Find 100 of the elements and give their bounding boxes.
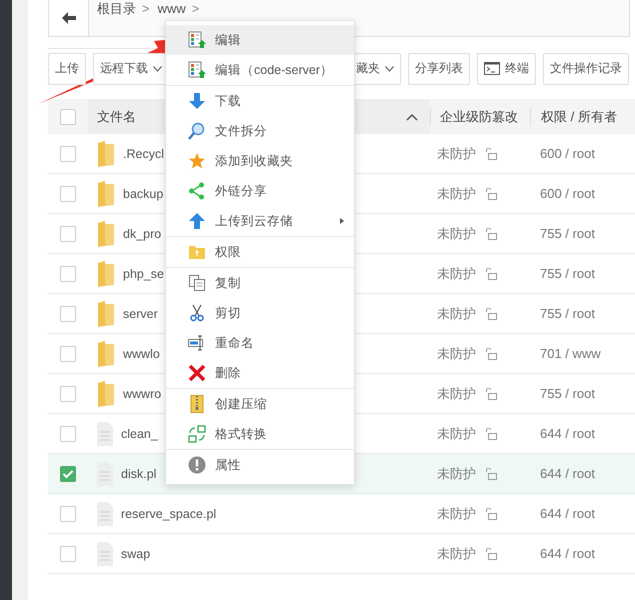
- file-name[interactable]: php_se: [123, 266, 164, 280]
- toolbar-button[interactable]: 上传: [48, 52, 86, 84]
- sort-icon[interactable]: [406, 112, 418, 120]
- menu-item[interactable]: 编辑: [166, 25, 354, 55]
- unlock-icon[interactable]: [485, 188, 497, 200]
- file-icon: [97, 542, 113, 566]
- protection-status: 未防护: [437, 464, 476, 482]
- protection-status: 未防护: [437, 224, 476, 242]
- permission-owner[interactable]: 644 / root: [540, 466, 595, 481]
- menu-item[interactable]: 复制: [166, 268, 354, 298]
- file-name[interactable]: clean_: [121, 426, 158, 440]
- menu-item[interactable]: 上传到云存储: [166, 206, 354, 236]
- file-icon: [97, 462, 113, 486]
- column-header[interactable]: 企业级防篡改: [440, 108, 518, 126]
- row-checkbox[interactable]: [60, 426, 76, 442]
- back-arrow-icon: [62, 12, 76, 24]
- row-checkbox[interactable]: [60, 146, 76, 162]
- file-name[interactable]: disk.pl: [121, 466, 156, 480]
- folder-icon: [97, 380, 115, 406]
- unlock-icon[interactable]: [485, 268, 497, 280]
- row-checkbox[interactable]: [60, 306, 76, 322]
- file-name[interactable]: backup: [123, 186, 164, 200]
- column-header[interactable]: 文件名: [97, 108, 136, 126]
- protection-status: 未防护: [437, 424, 476, 442]
- file-name[interactable]: server: [123, 306, 158, 320]
- menu-item[interactable]: 下载: [166, 86, 354, 116]
- folder-icon: [97, 340, 115, 366]
- menu-item[interactable]: 创建压缩: [166, 389, 354, 419]
- menu-item[interactable]: 文件拆分: [166, 116, 354, 146]
- menu-item[interactable]: 格式转换: [166, 419, 354, 449]
- back-button[interactable]: [49, 0, 89, 36]
- menu-item[interactable]: 重命名: [166, 328, 354, 358]
- file-name[interactable]: wwwro: [123, 386, 162, 400]
- row-checkbox[interactable]: [60, 466, 76, 482]
- download-arrow-icon: [188, 92, 206, 110]
- unlock-icon[interactable]: [485, 308, 497, 320]
- permission-owner[interactable]: 755 / root: [540, 306, 595, 321]
- row-checkbox[interactable]: [60, 386, 76, 402]
- permission-owner[interactable]: 755 / root: [540, 386, 595, 401]
- permission-owner[interactable]: 644 / root: [540, 506, 595, 521]
- row-checkbox[interactable]: [60, 186, 76, 202]
- unlock-icon[interactable]: [485, 148, 497, 160]
- convert-icon: [188, 425, 206, 443]
- toolbar-button[interactable]: 分享列表: [408, 52, 470, 84]
- permission-owner[interactable]: 600 / root: [540, 146, 595, 161]
- unlock-icon[interactable]: [485, 228, 497, 240]
- caret-icon: [385, 66, 394, 72]
- copy-icon: [188, 274, 206, 292]
- file-name[interactable]: dk_pro: [123, 226, 162, 240]
- permission-owner[interactable]: 755 / root: [540, 226, 595, 241]
- edit-document-icon: [188, 61, 206, 79]
- file-name[interactable]: swap: [121, 546, 150, 560]
- permission-owner[interactable]: 644 / root: [540, 546, 595, 561]
- menu-item[interactable]: 权限: [166, 237, 354, 267]
- row-checkbox[interactable]: [60, 546, 76, 562]
- caret-icon: [153, 66, 162, 72]
- file-name[interactable]: .Recycl: [123, 146, 164, 160]
- toolbar-button[interactable]: 文件操作记录: [543, 52, 629, 84]
- menu-item[interactable]: 属性: [166, 450, 354, 480]
- folder-icon: [97, 140, 115, 166]
- breadcrumb-item[interactable]: www: [150, 1, 192, 16]
- menu-item[interactable]: 剪切: [166, 298, 354, 328]
- unlock-icon[interactable]: [485, 468, 497, 480]
- file-icon: [97, 422, 113, 446]
- row-checkbox[interactable]: [60, 266, 76, 282]
- file-name[interactable]: reserve_space.pl: [121, 506, 216, 520]
- permission-owner[interactable]: 701 / www: [540, 346, 601, 361]
- edit-document-icon: [188, 31, 206, 49]
- protection-status: 未防护: [437, 144, 476, 162]
- folder-icon: [97, 180, 115, 206]
- menu-item[interactable]: 删除: [166, 358, 354, 388]
- unlock-icon[interactable]: [485, 548, 497, 560]
- unlock-icon[interactable]: [485, 388, 497, 400]
- permission-owner[interactable]: 600 / root: [540, 186, 595, 201]
- column-header[interactable]: 权限 / 所有者: [541, 108, 617, 124]
- row-checkbox[interactable]: [60, 226, 76, 242]
- menu-item[interactable]: 外链分享: [166, 176, 354, 206]
- permission-owner[interactable]: 644 / root: [540, 426, 595, 441]
- folder-icon: [97, 220, 115, 246]
- menu-item[interactable]: 添加到收藏夹: [166, 146, 354, 176]
- toolbar-button[interactable]: 终端: [477, 52, 536, 84]
- file-icon: [97, 502, 113, 526]
- row-checkbox[interactable]: [60, 506, 76, 522]
- permission-owner[interactable]: 755 / root: [540, 266, 595, 281]
- key-folder-icon: [188, 244, 206, 260]
- breadcrumb-item[interactable]: 根目录: [89, 1, 142, 16]
- select-all-checkbox[interactable]: [60, 108, 76, 124]
- breadcrumb-separator: >: [142, 1, 150, 16]
- protection-status: 未防护: [437, 504, 476, 522]
- zip-icon: [188, 395, 206, 413]
- unlock-icon[interactable]: [485, 348, 497, 360]
- unlock-icon[interactable]: [485, 508, 497, 520]
- terminal-icon: [484, 62, 500, 75]
- file-name[interactable]: wwwlo: [123, 346, 160, 360]
- protection-status: 未防护: [437, 384, 476, 402]
- row-checkbox[interactable]: [60, 346, 76, 362]
- star-icon: [188, 152, 206, 170]
- magnifier-icon: [188, 122, 206, 140]
- folder-icon: [97, 260, 115, 286]
- unlock-icon[interactable]: [485, 428, 497, 440]
